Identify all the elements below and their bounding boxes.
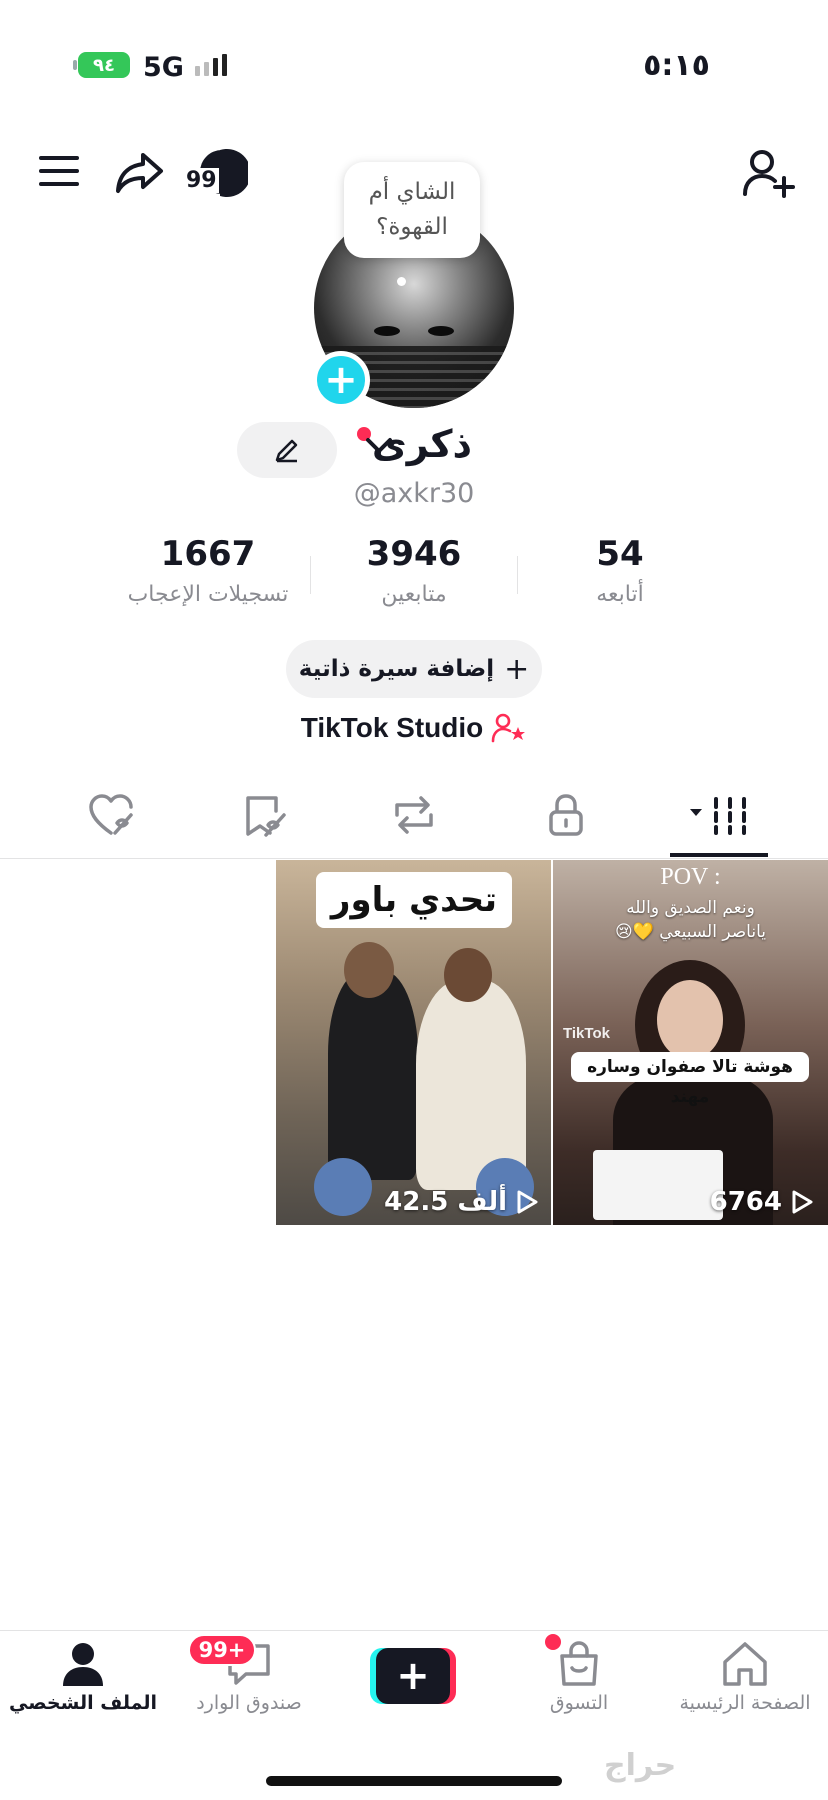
follow-requests-icon[interactable]: 99 — [182, 146, 248, 200]
nav-shop-label: التسوق — [549, 1692, 609, 1714]
home-icon — [723, 1642, 767, 1686]
plus-icon: + — [504, 651, 530, 687]
network-type: 5G — [143, 52, 184, 83]
chat-screenshot-overlay — [593, 1150, 723, 1220]
video-figure-head — [444, 948, 492, 1002]
inbox-badge: 99+ — [188, 1634, 256, 1666]
video-pov-title: POV : — [660, 864, 721, 890]
tab-favorites-private-icon[interactable] — [240, 790, 290, 840]
home-indicator[interactable] — [266, 1776, 562, 1786]
follow-requests-count: 99 — [184, 168, 219, 193]
video-views-count: 6764 — [709, 1187, 782, 1217]
stat-following-label: أتابعه — [596, 582, 644, 607]
video-thumbnail[interactable]: POV : ونعم الصديق والله ياناصر السبيعي 💛… — [553, 860, 828, 1225]
video-pov-subtitle: ونعم الصديق والله ياناصر السبيعي 💛😢 — [614, 898, 767, 942]
username-handle: @axkr30 — [353, 478, 475, 509]
nav-home[interactable]: الصفحة الرئيسية — [662, 1640, 828, 1714]
stat-followers-value: 3946 — [366, 534, 462, 574]
tab-liked-private-icon[interactable] — [86, 790, 136, 840]
status-time: ٥:١٥ — [643, 48, 710, 83]
profile-note[interactable]: الشاي أم القهوة؟ — [344, 162, 480, 258]
pencil-icon — [275, 439, 298, 463]
weight-plate — [314, 1158, 372, 1216]
tiktok-studio-link[interactable]: TikTok Studio — [0, 712, 828, 744]
tiktok-watermark: TikTok — [563, 1025, 610, 1042]
stat-followers[interactable]: 3946 متابعين — [304, 534, 524, 607]
video-figure-head — [657, 980, 723, 1060]
active-tab-indicator — [670, 853, 768, 857]
add-bio-label: إضافة سيرة ذاتية — [298, 656, 495, 682]
video-caption: تحدي باور — [316, 872, 512, 928]
add-bio-button[interactable]: + إضافة سيرة ذاتية — [286, 640, 542, 698]
stat-likes-label: تسجيلات الإعجاب — [127, 582, 289, 607]
video-caption: هوشة تالا صفوان وساره مهند — [571, 1052, 809, 1107]
signal-icon — [195, 54, 227, 76]
nav-home-label: الصفحة الرئيسية — [679, 1692, 811, 1714]
haraj-watermark: حراج — [604, 1748, 677, 1783]
bottom-nav-divider — [0, 1630, 828, 1631]
note-tail — [397, 277, 406, 286]
play-icon — [517, 1190, 538, 1214]
profile-icon — [63, 1643, 103, 1686]
stat-following[interactable]: 54 أتابعه — [510, 534, 730, 607]
battery-tip — [73, 60, 77, 70]
create-button[interactable]: + — [370, 1648, 456, 1704]
video-figure-head — [344, 942, 394, 998]
tabs-divider — [0, 858, 828, 859]
stat-followers-label: متابعين — [381, 582, 447, 607]
nav-inbox-label: صندوق الوارد — [196, 1692, 302, 1714]
video-thumbnail[interactable]: تحدي باور 42.5 ألف — [276, 860, 551, 1225]
nav-profile-label: الملف الشخصي — [8, 1692, 157, 1714]
add-story-plus-icon[interactable]: + — [312, 351, 370, 409]
tab-reposts-icon[interactable] — [389, 790, 439, 840]
add-friend-icon[interactable] — [742, 148, 796, 198]
video-views-count: 42.5 ألف — [384, 1187, 507, 1217]
avatar-eyes — [374, 326, 454, 336]
play-icon — [792, 1190, 813, 1214]
display-name[interactable]: ذكرى — [372, 422, 472, 466]
creator-star-icon — [491, 713, 526, 743]
video-figure — [328, 970, 418, 1180]
video-views: 42.5 ألف — [384, 1187, 539, 1217]
nav-profile[interactable]: الملف الشخصي — [0, 1640, 166, 1714]
edit-profile-button[interactable] — [237, 422, 337, 478]
battery-indicator: ٩٤ — [78, 52, 130, 78]
menu-icon[interactable] — [36, 148, 82, 194]
shopping-bag-icon — [560, 1641, 598, 1686]
tiktok-studio-label: TikTok Studio — [300, 712, 484, 743]
stat-following-value: 54 — [596, 534, 644, 574]
tab-private-lock-icon[interactable] — [541, 790, 591, 840]
nav-shop[interactable]: التسوق — [496, 1640, 662, 1714]
plus-icon: + — [376, 1648, 450, 1704]
share-icon[interactable] — [114, 150, 166, 196]
stat-likes-value: 1667 — [160, 534, 256, 574]
tab-videos-grid-icon[interactable] — [688, 790, 752, 840]
stat-likes: 1667 تسجيلات الإعجاب — [98, 534, 318, 607]
video-views: 6764 — [710, 1187, 814, 1217]
